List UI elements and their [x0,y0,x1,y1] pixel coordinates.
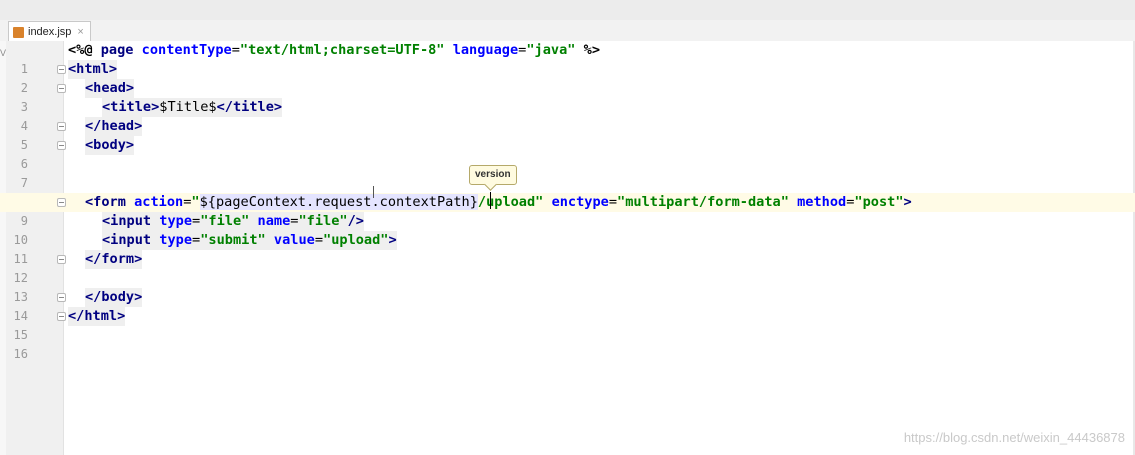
mouse-ibeam-cursor [373,186,374,198]
tab-index-jsp[interactable]: index.jsp × [8,21,91,42]
fold-marker-icon[interactable] [57,312,66,321]
editor-tab-bar: index.jsp × [0,20,1135,42]
line-5-code: </head> [85,117,143,136]
fold-marker-icon[interactable] [57,65,66,74]
parameter-tooltip: version [469,165,517,185]
close-icon[interactable]: × [77,26,83,38]
watermark: https://blog.csdn.net/weixin_44436878 [903,430,1125,445]
fold-marker-icon[interactable] [57,293,66,302]
line-14-code: </body> [85,288,143,307]
fold-marker-icon[interactable] [57,198,66,207]
fold-marker-icon[interactable] [57,84,66,93]
jsp-file-icon [13,26,24,38]
code-line-11[interactable]: 11 <input type="submit" value="upload"> [0,231,1135,266]
code-line-7[interactable]: 7 [0,155,1135,190]
line-9-code: <form action="${pageContext.request.cont… [85,194,912,210]
text-caret [490,192,491,209]
line-1-code: <%@ page contentType="text/html;charset=… [68,42,601,58]
code-line-15[interactable]: 15 </html> [0,307,1135,342]
code-line-13[interactable]: 13 [0,269,1135,304]
line-4-code: <title>$Title$</title> [102,98,283,117]
code-line-5[interactable]: 5 </head> [0,117,1135,152]
code-line-1[interactable]: 1 <%@ page contentType="text/html;charse… [0,41,1135,76]
line-6-code: <body> [85,136,135,155]
code-line-9[interactable]: 9 <form action="${pageContext.request.co… [0,193,1135,228]
code-line-10[interactable]: 10 <input type="file" name="file"/> [0,212,1135,247]
line-12-code: </form> [85,250,143,269]
fold-marker-icon[interactable] [57,122,66,131]
code-line-14[interactable]: 14 </body> [0,288,1135,323]
line-11-code: <input type="submit" value="upload"> [102,231,397,250]
line-15-code: </html> [68,307,126,326]
line-3-code: <head> [85,79,135,98]
code-line-12[interactable]: 12 </form> [0,250,1135,285]
code-line-6[interactable]: 6 <body> [0,136,1135,171]
window-top-bar [0,0,1135,21]
tab-label: index.jsp [28,26,72,38]
fold-marker-icon[interactable] [57,255,66,264]
code-line-3[interactable]: 3 <head> [0,79,1135,114]
line-number: 16 [13,347,28,361]
code-lines: 1 <%@ page contentType="text/html;charse… [0,41,1135,455]
code-line-4[interactable]: 4 <title>$Title$</title> [0,98,1135,133]
code-line-2[interactable]: 2 <html> [0,60,1135,95]
fold-marker-icon[interactable] [57,141,66,150]
code-line-8[interactable]: 8 [0,174,1135,209]
line-10-code: <input type="file" name="file"/> [102,212,364,231]
code-line-16[interactable]: 16 [0,326,1135,361]
line-2-code: <html> [68,60,118,79]
